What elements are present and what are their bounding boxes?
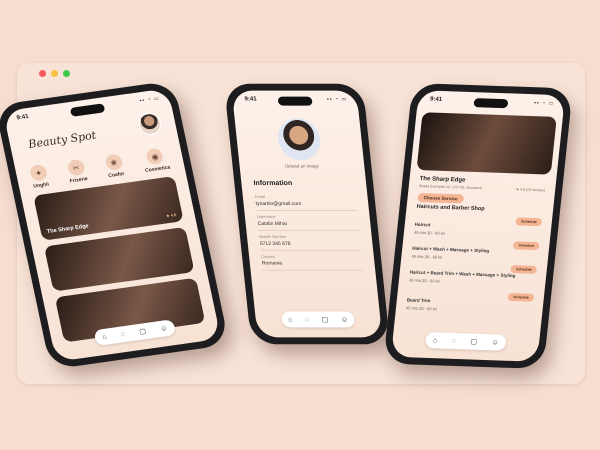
profile-avatar[interactable] [136,111,164,137]
scissors-icon: ✂ [66,158,86,177]
field-label: Email [254,194,266,200]
chat-icon[interactable]: ◌ [120,331,126,338]
service-price: 45 min.30 - 60 lei [413,229,446,236]
category-label: Coafor [107,170,126,180]
profile-avatar[interactable] [275,118,323,161]
window-controls [39,70,70,77]
profile-screen: 9:41 ▪▪ ◔ ▭ Upload an image Information … [231,90,383,338]
app-logo: Beauty Spot [27,128,98,151]
dynamic-island [473,98,509,109]
bookings-icon[interactable]: ▢ [139,327,147,336]
choose-service-button[interactable]: Choose Service [417,192,464,204]
chat-icon[interactable]: ◌ [305,316,310,323]
dynamic-island [277,96,313,106]
salon-address: Strada Exemplar 14, 123 735, Bucharest [418,184,483,191]
field-label: Mobile Number [258,233,287,239]
service-price: 45 min.30 - 60 lei [405,305,438,312]
field-value: 0712 345 678 [259,240,291,247]
status-icons: ▪▪ ◔ ▭ [139,95,161,105]
service-item: Haircut 45 min.30 - 60 lei Schedule [413,217,543,239]
service-item: Beard Trim 45 min.30 - 60 lei Schedule [405,292,535,314]
dynamic-island [69,103,106,117]
mobile-field[interactable]: Mobile Number 0712 345 678 [258,233,362,251]
category-cosmetica[interactable]: ◉ Cosmetica [141,147,171,174]
service-price: 45 min.30 - 60 lei [411,253,443,260]
home-icon[interactable]: ⌂ [433,337,438,344]
bookings-icon[interactable]: ▢ [321,315,328,323]
field-label: Country [260,253,276,259]
salon-name: The Sharp Edge [419,176,466,184]
category-label: Unghii [32,181,50,190]
email-field[interactable]: Email tynarkin@gmail.com [254,194,357,212]
minimize-dot[interactable] [51,70,58,77]
schedule-button[interactable]: Schedule [513,241,540,251]
upload-image-link[interactable]: Upload an image [239,163,364,168]
category-label: Frizerie [69,176,89,185]
bookings-icon[interactable]: ▢ [470,338,477,346]
service-category-title: Haircuts and Barber Shop [416,203,485,213]
home-icon[interactable]: ⌂ [102,333,108,340]
schedule-button[interactable]: Schedule [515,217,543,227]
category-unghii[interactable]: ✦ Unghii [28,163,50,190]
category-frizerie[interactable]: ✂ Frizerie [66,158,89,185]
salon-hero-image [416,112,557,175]
close-dot[interactable] [39,70,46,77]
phone-salon-detail: 9:41 ▪▪ ◔ ▭ The Sharp Edge Strada Exempl… [383,82,573,370]
category-label: Cosmetica [144,164,171,174]
profile-icon[interactable]: ☺ [491,339,499,346]
home-icon[interactable]: ⌂ [288,316,293,323]
salon-rating: ★ 4.8 (23 reviews) [515,187,546,193]
cosmetics-icon: ◉ [145,147,165,166]
tab-bar: ⌂ ◌ ▢ ☺ [424,332,507,351]
status-icons: ▪▪ ◔ ▭ [326,96,348,103]
service-item: Haircut + Wash + Massage + Styling 45 mi… [411,241,540,263]
tab-bar: ⌂ ◌ ▢ ☺ [281,311,356,328]
service-price: 45 min.30 - 60 lei [408,277,440,284]
status-time: 9:41 [244,96,258,103]
status-icons: ▪▪ ◔ ▭ [533,100,555,107]
schedule-button[interactable]: Schedule [510,265,538,274]
salon-card-title: The Sharp Edge [46,223,90,236]
country-field[interactable]: Country Romania [260,253,364,271]
field-value: tynarkin@gmail.com [255,201,302,208]
salon-card-rating: ★ 4.8 [165,212,177,219]
chat-icon[interactable]: ◌ [451,337,456,344]
maximize-dot[interactable] [63,70,70,77]
profile-icon[interactable]: ☺ [160,325,169,333]
phone-profile: 9:41 ▪▪ ◔ ▭ Upload an image Information … [223,83,391,345]
salon-detail-screen: 9:41 ▪▪ ◔ ▭ The Sharp Edge Strada Exempl… [390,90,566,362]
status-time: 9:41 [16,113,30,122]
nail-icon: ✦ [28,163,49,182]
field-value: Catalin Mihai [257,220,288,227]
field-value: Romania [261,260,283,267]
field-label: Username [256,214,276,219]
section-title: Information [253,180,293,188]
profile-icon[interactable]: ☺ [340,316,348,323]
category-coafor[interactable]: ❀ Coafor [104,153,125,179]
status-time: 9:41 [429,96,443,103]
hair-icon: ❀ [104,153,124,172]
username-field[interactable]: Username Catalin Mihai [256,214,360,231]
service-item: Haircut + Beard Trim + Wash + Massage + … [408,265,538,287]
schedule-button[interactable]: Schedule [507,292,535,302]
